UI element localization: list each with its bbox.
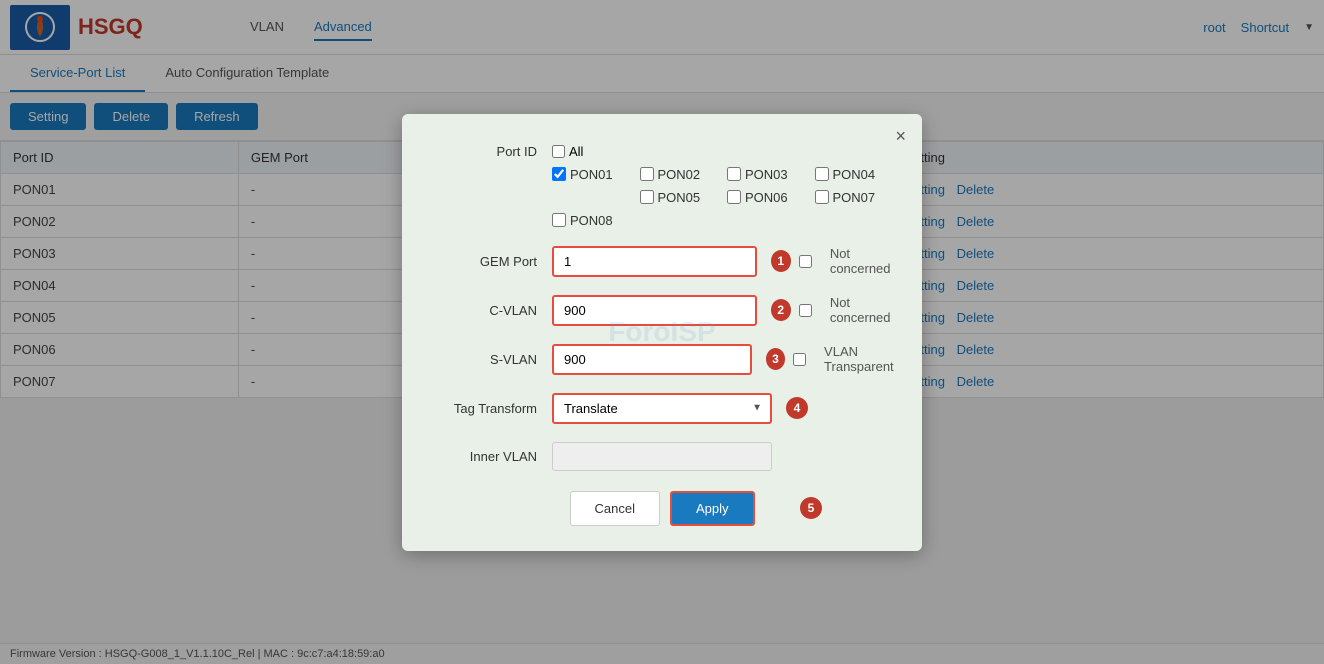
c-vlan-input-row: 2 Not concerned [552,295,908,326]
tag-transform-row: Tag Transform TranslateAddRemoveReplace … [442,393,882,424]
modal-overlay: ForoISP × Port ID All PON01PON02PON03PON… [0,0,1324,664]
pon-checkbox-item: PON08 [552,213,620,228]
tag-transform-label: Tag Transform [442,401,552,416]
pon-checkbox-pon01[interactable] [552,167,566,181]
gem-port-row: GEM Port 1 Not concerned [442,246,882,277]
port-id-label: Port ID [442,144,552,159]
pon-checkbox-pon02[interactable] [640,167,654,181]
inner-vlan-label: Inner VLAN [442,449,552,464]
pon-checkbox-pon03[interactable] [727,167,741,181]
pon-checkbox-pon04[interactable] [815,167,829,181]
c-vlan-input[interactable] [552,295,757,326]
pon-label-pon07: PON07 [833,190,876,205]
pon-checkbox-item: PON02 [640,167,708,182]
all-label: All [569,144,583,159]
gem-port-not-concerned-label: Not concerned [830,246,908,276]
pon-checkbox-pon07[interactable] [815,190,829,204]
pon-label-pon03: PON03 [745,167,788,182]
modal-close-button[interactable]: × [895,126,906,147]
gem-port-input-row: 1 Not concerned [552,246,908,277]
tag-transform-input-row: TranslateAddRemoveReplace ▼ 4 [552,393,808,424]
pon-label-pon02: PON02 [658,167,701,182]
gem-port-label: GEM Port [442,254,552,269]
s-vlan-input[interactable] [552,344,752,375]
pon-checkbox-item: PON04 [815,167,883,182]
c-vlan-label: C-VLAN [442,303,552,318]
pon-checkbox-item: PON03 [727,167,795,182]
s-vlan-row: S-VLAN 3 VLAN Transparent [442,344,882,375]
pon-checkbox-item: PON07 [815,190,883,205]
tag-transform-select[interactable]: TranslateAddRemoveReplace [552,393,772,424]
tag-transform-select-wrapper: TranslateAddRemoveReplace ▼ [552,393,772,424]
inner-vlan-row: Inner VLAN [442,442,882,471]
pon-checkbox-item: PON05 [640,190,708,205]
all-row: All [552,144,583,159]
pon-checkbox-pon06[interactable] [727,190,741,204]
gem-port-input[interactable] [552,246,757,277]
gem-port-not-concerned-checkbox[interactable] [799,255,812,268]
pon-label-pon06: PON06 [745,190,788,205]
pon-checkbox-pon08[interactable] [552,213,566,227]
modal-footer: Cancel Apply 5 [442,491,882,526]
s-vlan-label: S-VLAN [442,352,552,367]
s-vlan-input-row: 3 VLAN Transparent [552,344,917,375]
pon-checkbox-pon05[interactable] [640,190,654,204]
all-checkbox[interactable] [552,145,565,158]
inner-vlan-input[interactable] [552,442,772,471]
pon-label-pon04: PON04 [833,167,876,182]
step-3-badge: 3 [766,348,785,370]
s-vlan-transparent-checkbox[interactable] [793,353,806,366]
step-1-badge: 1 [771,250,791,272]
step-2-badge: 2 [771,299,791,321]
modal: ForoISP × Port ID All PON01PON02PON03PON… [402,114,922,551]
c-vlan-not-concerned-label: Not concerned [830,295,908,325]
step-4-badge: 4 [786,397,808,419]
pon-label-pon01: PON01 [570,167,613,182]
step-5-badge: 5 [800,497,822,519]
cancel-button[interactable]: Cancel [570,491,660,526]
pon-checkboxes: PON01 PON02 PON03 PON04 PON05 PON06 PON07 PON08 [552,167,882,228]
apply-button[interactable]: Apply [670,491,755,526]
c-vlan-not-concerned-checkbox[interactable] [799,304,812,317]
port-id-row: Port ID All [442,144,882,159]
pon-checkbox-item: PON01 [552,167,620,182]
s-vlan-transparent-label: VLAN Transparent [824,344,917,374]
c-vlan-row: C-VLAN 2 Not concerned [442,295,882,326]
port-id-section: Port ID All PON01PON02PON03PON04PON05PON… [442,144,882,228]
pon-label-pon08: PON08 [570,213,613,228]
pon-label-pon05: PON05 [658,190,701,205]
pon-checkbox-item: PON06 [727,190,795,205]
